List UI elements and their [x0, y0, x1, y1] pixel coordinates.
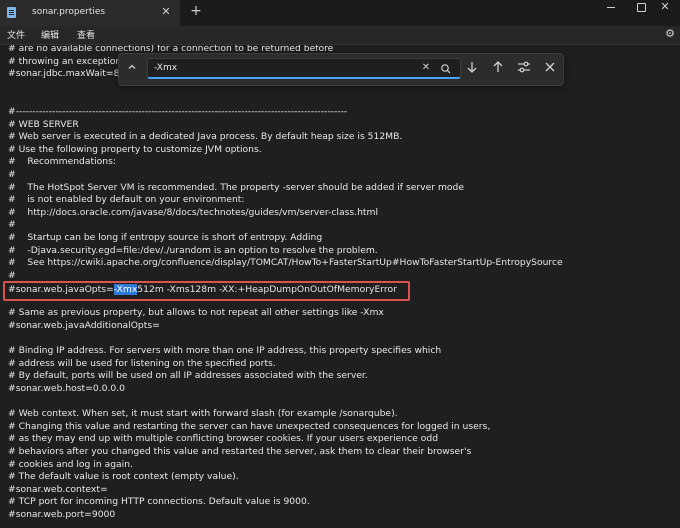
editor-line: # By default, ports will be used on all … — [8, 370, 368, 382]
settings-gear-icon[interactable]: ⚙ — [664, 28, 676, 40]
menu-edit[interactable]: 编辑 — [41, 28, 59, 41]
menu-bar: 文件 编辑 查看 ⚙ — [0, 26, 680, 45]
minimize-icon[interactable] — [596, 0, 626, 16]
file-icon — [7, 7, 16, 18]
arrow-down-icon[interactable] — [463, 60, 481, 78]
find-input[interactable] — [147, 58, 461, 79]
search-icon[interactable] — [440, 61, 452, 75]
close-window-icon[interactable]: ✕ — [650, 0, 680, 16]
editor-line: # Changing this value and restarting the… — [8, 420, 491, 432]
editor-line: # Use the following property to customiz… — [8, 143, 262, 155]
editor-line: #sonar.web.context= — [8, 483, 108, 495]
editor-line: # -Djava.security.egd=file:/dev/./urando… — [8, 244, 378, 256]
chevron-up-icon[interactable] — [125, 62, 139, 76]
tab-title: sonar.properties — [32, 7, 106, 17]
java-opts-prefix: #sonar.web.javaOpts= — [8, 284, 114, 295]
editor-line: # cookies and log in again. — [8, 458, 133, 470]
java-opts-line: #sonar.web.javaOpts=-Xmx512m -Xms128m -X… — [8, 284, 397, 297]
editor-line: # Recommendations: — [8, 156, 116, 168]
editor-line: # TCP port for incoming HTTP connections… — [8, 496, 310, 508]
editor-line: # address will be used for listening on … — [8, 357, 276, 369]
editor-line: # The default value is root context (emp… — [8, 471, 239, 483]
highlighted-line-box: #sonar.web.javaOpts=-Xmx512m -Xms128m -X… — [3, 281, 410, 301]
editor-line: #---------------------------------------… — [8, 105, 348, 117]
tab-close-icon[interactable]: ✕ — [158, 4, 174, 20]
editor-line: # — [8, 219, 16, 231]
editor-line: # WEB SERVER — [8, 118, 79, 130]
editor-line: # is not enabled by default on your envi… — [8, 194, 245, 206]
arrow-up-icon[interactable] — [489, 60, 507, 78]
editor-line: # Web context. When set, it must start w… — [8, 408, 398, 420]
editor-line: # http://docs.oracle.com/javase/8/docs/t… — [8, 206, 379, 218]
close-find-icon[interactable] — [541, 60, 559, 78]
menu-file[interactable]: 文件 — [7, 28, 25, 41]
menu-view[interactable]: 查看 — [77, 28, 95, 41]
tab-sonar-properties[interactable]: sonar.properties ✕ — [0, 0, 180, 26]
editor-line: #sonar.web.host=0.0.0.0 — [8, 383, 126, 395]
text-editor[interactable]: # are no available connections) for a co… — [0, 45, 680, 528]
title-bar: sonar.properties ✕ + ✕ — [0, 0, 680, 26]
new-tab-icon[interactable]: + — [188, 3, 204, 19]
clear-icon[interactable]: ✕ — [420, 61, 432, 75]
editor-line: # The HotSpot Server VM is recommended. … — [8, 181, 465, 193]
editor-line: # — [8, 168, 16, 180]
filter-options-icon[interactable] — [515, 60, 533, 78]
find-bar: ✕ — [118, 53, 564, 86]
editor-line: # Binding IP address. For servers with m… — [8, 345, 442, 357]
editor-line: # behaviors after you changed this value… — [8, 446, 472, 457]
editor-line: #sonar.web.javaAdditionalOpts= — [8, 320, 160, 332]
editor-line: # as they may end up with multiple confl… — [8, 433, 439, 445]
editor-line: # Web server is executed in a dedicated … — [8, 131, 403, 143]
editor-line: # See https://cwiki.apache.org/confluenc… — [8, 257, 563, 269]
editor-line: # Same as previous property, but allows … — [8, 307, 384, 319]
java-opts-suffix: 512m -Xms128m -XX:+HeapDumpOnOutOfMemory… — [137, 284, 397, 295]
editor-line: #sonar.web.port=9000 — [8, 508, 116, 520]
editor-line: # Startup can be long if entropy source … — [8, 231, 323, 243]
search-match: -Xmx — [113, 284, 138, 295]
